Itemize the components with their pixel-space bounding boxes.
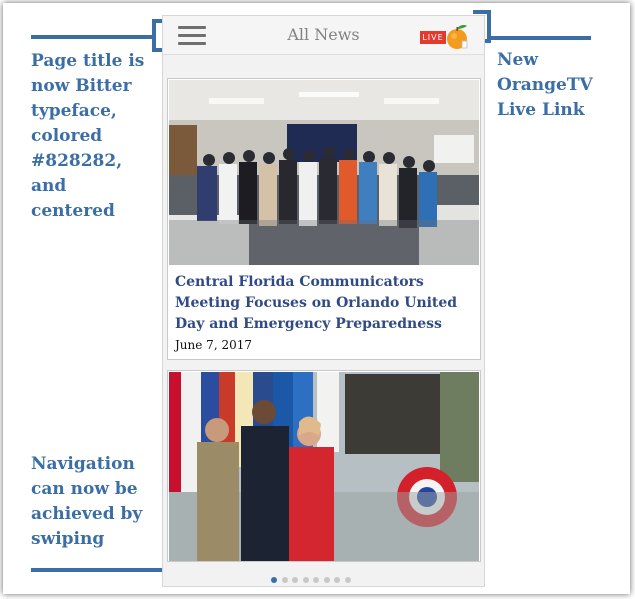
group-photo-image	[169, 80, 479, 265]
live-badge: LIVE	[420, 31, 446, 44]
news-card[interactable]	[167, 370, 481, 562]
article-date: June 7, 2017	[175, 338, 252, 352]
article-headline[interactable]: Central Florida Communicators Meeting Fo…	[175, 272, 475, 335]
news-card[interactable]: Central Florida Communicators Meeting Fo…	[167, 78, 481, 360]
page-dot[interactable]	[292, 577, 298, 583]
page-dot[interactable]	[323, 577, 330, 583]
page-dot[interactable]	[344, 577, 351, 583]
orange-icon	[447, 25, 468, 49]
orangetv-live-link[interactable]: LIVE	[417, 21, 473, 51]
phone-screen: All News LIVE Central Florida Communicat…	[162, 15, 485, 587]
ceremony-photo-image	[169, 372, 479, 561]
callout-nav-note: Navigation can now be achieved by swipin…	[31, 454, 143, 549]
page-dot[interactable]	[313, 577, 319, 583]
callout-live-note: New OrangeTV Live Link	[497, 50, 593, 120]
app-header: All News LIVE	[163, 16, 484, 55]
page-indicator[interactable]	[271, 568, 355, 583]
page-dot[interactable]	[271, 577, 277, 583]
page-dot[interactable]	[302, 577, 309, 583]
page-dot[interactable]	[281, 577, 288, 583]
page-dot[interactable]	[334, 577, 340, 583]
callout-title-note: Page title is now Bitter typeface, color…	[31, 51, 145, 221]
